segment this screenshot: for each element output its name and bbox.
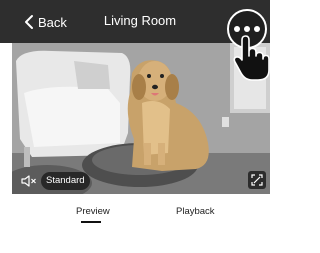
chevron-left-icon: [25, 15, 33, 29]
back-label: Back: [38, 14, 67, 30]
more-dot: [254, 26, 260, 32]
fullscreen-icon: [251, 174, 263, 186]
hand-pointer-icon: [233, 35, 270, 81]
more-dot: [244, 26, 250, 32]
back-button[interactable]: Back: [24, 13, 67, 31]
page-title: Living Room: [103, 13, 177, 28]
video-quality-button[interactable]: Standard: [41, 172, 90, 190]
speaker-muted-icon: [21, 175, 36, 187]
tab-playback[interactable]: Playback: [176, 206, 215, 217]
tab-preview[interactable]: Preview: [76, 206, 110, 217]
active-tab-indicator: [81, 221, 101, 223]
fullscreen-button[interactable]: [248, 171, 266, 189]
mute-audio-button[interactable]: [20, 172, 38, 190]
more-dot: [234, 26, 240, 32]
